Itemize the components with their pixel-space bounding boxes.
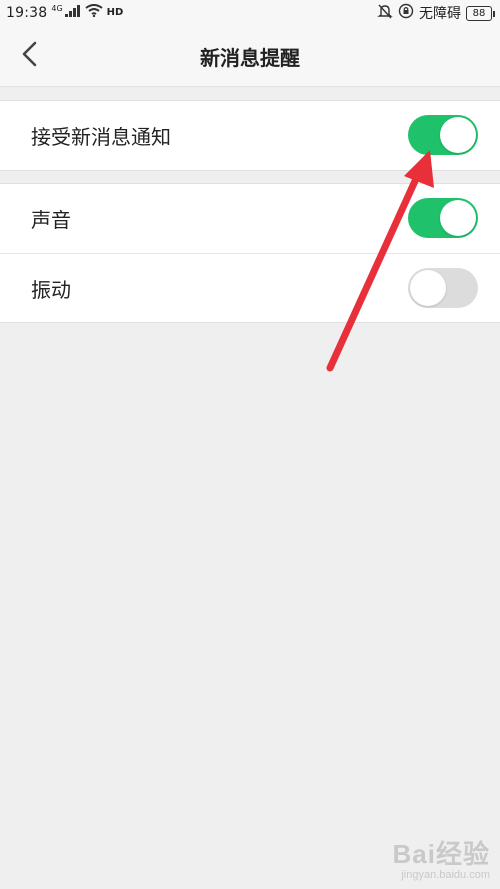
nav-bar: 新消息提醒 — [0, 26, 500, 87]
watermark: Bai经验 jingyan.baidu.com — [393, 834, 490, 881]
accessibility-label: 无障碍 — [419, 6, 461, 22]
toggle-knob — [410, 270, 446, 306]
receive-notifications-label: 接受新消息通知 — [31, 125, 171, 149]
status-left: 19:38 4G HD — [6, 4, 123, 21]
toggle-knob — [440, 117, 476, 153]
network-type: 4G — [51, 3, 63, 13]
sound-label: 声音 — [31, 208, 71, 232]
vibration-toggle[interactable] — [408, 268, 478, 308]
vibration-row: 振动 — [0, 253, 500, 322]
receive-notifications-row: 接受新消息通知 — [0, 101, 500, 170]
status-right: 无障碍 88 — [377, 3, 495, 23]
status-time: 19:38 — [6, 4, 48, 21]
sound-toggle[interactable] — [408, 198, 478, 238]
page-title: 新消息提醒 — [200, 46, 300, 70]
wifi-icon — [85, 4, 103, 21]
screen: 19:38 4G HD 无障碍 88 新消息提醒 接受新消息通知 声音 振动 B… — [0, 0, 500, 889]
sound-row: 声音 — [0, 184, 500, 253]
alarm-off-icon — [377, 3, 393, 23]
notification-group: 接受新消息通知 — [0, 100, 500, 171]
battery-indicator: 88 — [466, 5, 495, 21]
signal-icon — [64, 4, 81, 21]
vibration-label: 振动 — [31, 277, 71, 302]
status-bar: 19:38 4G HD 无障碍 88 — [0, 0, 500, 26]
hd-indicator: HD — [106, 7, 124, 18]
toggle-knob — [440, 200, 476, 236]
alert-options-group: 声音 振动 — [0, 183, 500, 323]
lock-rotation-icon — [398, 3, 414, 23]
watermark-brand: Bai经验 — [392, 839, 490, 869]
receive-notifications-toggle[interactable] — [408, 115, 478, 155]
watermark-url: jingyan.baidu.com — [401, 869, 490, 881]
